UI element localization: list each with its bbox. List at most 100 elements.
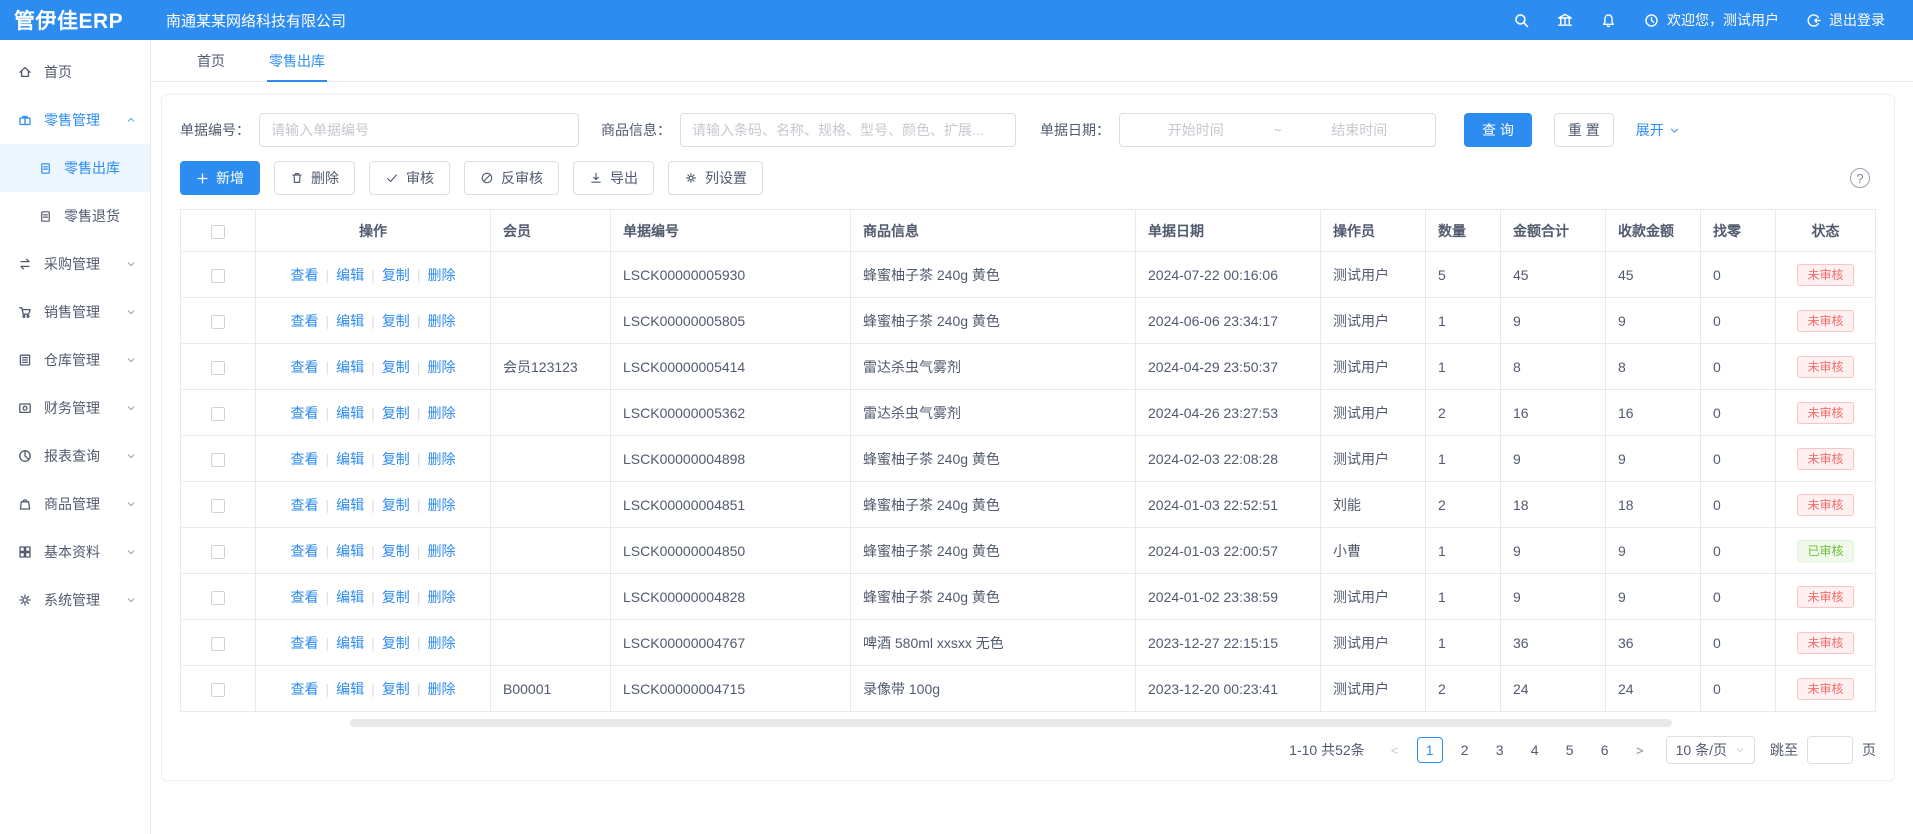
help-icon[interactable]: ? xyxy=(1850,168,1870,188)
export-button[interactable]: 导出 xyxy=(573,161,654,195)
unaudit-button[interactable]: 反审核 xyxy=(464,161,559,195)
action-view[interactable]: 查看 xyxy=(291,267,319,283)
action-delete[interactable]: 删除 xyxy=(427,451,455,467)
reset-button[interactable]: 重 置 xyxy=(1554,113,1614,147)
scrollbar-thumb[interactable] xyxy=(350,719,1673,727)
row-checkbox[interactable] xyxy=(211,499,225,513)
sidebar-item-purchase-management[interactable]: 采购管理 xyxy=(0,240,150,288)
row-checkbox[interactable] xyxy=(211,315,225,329)
row-checkbox[interactable] xyxy=(211,545,225,559)
action-view[interactable]: 查看 xyxy=(291,635,319,651)
action-edit[interactable]: 编辑 xyxy=(336,405,364,421)
action-edit[interactable]: 编辑 xyxy=(336,313,364,329)
action-edit[interactable]: 编辑 xyxy=(336,359,364,375)
delete-button[interactable]: 删除 xyxy=(274,161,355,195)
sidebar-item-finance-management[interactable]: 财务管理 xyxy=(0,384,150,432)
action-copy[interactable]: 复制 xyxy=(382,405,410,421)
page-button-4[interactable]: 4 xyxy=(1522,737,1548,763)
row-checkbox[interactable] xyxy=(211,591,225,605)
action-copy[interactable]: 复制 xyxy=(382,681,410,697)
sidebar-item-warehouse-management[interactable]: 仓库管理 xyxy=(0,336,150,384)
sidebar-item-retail-outbound[interactable]: 零售出库 xyxy=(0,144,150,192)
column-settings-button[interactable]: 列设置 xyxy=(668,161,763,195)
action-copy[interactable]: 复制 xyxy=(382,635,410,651)
action-view[interactable]: 查看 xyxy=(291,313,319,329)
action-view[interactable]: 查看 xyxy=(291,497,319,513)
action-delete[interactable]: 删除 xyxy=(427,313,455,329)
row-checkbox[interactable] xyxy=(211,269,225,283)
add-button[interactable]: 新增 xyxy=(180,161,260,195)
row-checkbox[interactable] xyxy=(211,637,225,651)
page-button-3[interactable]: 3 xyxy=(1487,737,1513,763)
sidebar-item-retail-return[interactable]: 零售退货 xyxy=(0,192,150,240)
page-button-5[interactable]: 5 xyxy=(1557,737,1583,763)
sidebar-item-system-management[interactable]: 系统管理 xyxy=(0,576,150,624)
next-page-button[interactable]: > xyxy=(1627,737,1653,763)
logout-button[interactable]: 退出登录 xyxy=(1805,10,1885,30)
row-checkbox[interactable] xyxy=(211,453,225,467)
search-icon[interactable] xyxy=(1513,12,1530,29)
sidebar-item-retail-management[interactable]: 零售管理 xyxy=(0,96,150,144)
row-checkbox[interactable] xyxy=(211,683,225,697)
sidebar-item-report-query[interactable]: 报表查询 xyxy=(0,432,150,480)
action-delete[interactable]: 删除 xyxy=(427,681,455,697)
action-view[interactable]: 查看 xyxy=(291,359,319,375)
jump-page-input[interactable] xyxy=(1807,736,1853,764)
action-delete[interactable]: 删除 xyxy=(427,405,455,421)
sidebar-item-home[interactable]: 首页 xyxy=(0,48,150,96)
tab-retail-outbound[interactable]: 零售出库 xyxy=(269,40,325,81)
action-view[interactable]: 查看 xyxy=(291,451,319,467)
row-checkbox[interactable] xyxy=(211,361,225,375)
action-edit[interactable]: 编辑 xyxy=(336,543,364,559)
action-view[interactable]: 查看 xyxy=(291,405,319,421)
action-delete[interactable]: 删除 xyxy=(427,359,455,375)
action-copy[interactable]: 复制 xyxy=(382,359,410,375)
page-button-6[interactable]: 6 xyxy=(1592,737,1618,763)
chevron-down-icon xyxy=(126,547,136,557)
action-copy[interactable]: 复制 xyxy=(382,313,410,329)
bank-icon[interactable] xyxy=(1556,11,1574,29)
action-edit[interactable]: 编辑 xyxy=(336,497,364,513)
select-all-checkbox[interactable] xyxy=(211,225,225,239)
expand-link[interactable]: 展开 xyxy=(1636,120,1680,140)
sidebar-item-product-management[interactable]: 商品管理 xyxy=(0,480,150,528)
action-delete[interactable]: 删除 xyxy=(427,589,455,605)
tab-home[interactable]: 首页 xyxy=(197,40,225,81)
cell-member xyxy=(491,252,611,298)
cell-change: 0 xyxy=(1701,390,1776,436)
row-checkbox[interactable] xyxy=(211,407,225,421)
action-delete[interactable]: 删除 xyxy=(427,543,455,559)
sidebar-item-sales-management[interactable]: 销售管理 xyxy=(0,288,150,336)
page-numbers: 123456 xyxy=(1417,737,1618,763)
action-edit[interactable]: 编辑 xyxy=(336,635,364,651)
bell-icon[interactable] xyxy=(1600,12,1617,29)
action-view[interactable]: 查看 xyxy=(291,681,319,697)
search-button[interactable]: 查 询 xyxy=(1464,113,1532,147)
page-button-1[interactable]: 1 xyxy=(1417,737,1443,763)
action-edit[interactable]: 编辑 xyxy=(336,681,364,697)
page-size-select[interactable]: 10 条/页 xyxy=(1666,736,1755,764)
action-edit[interactable]: 编辑 xyxy=(336,267,364,283)
action-copy[interactable]: 复制 xyxy=(382,497,410,513)
action-delete[interactable]: 删除 xyxy=(427,267,455,283)
action-edit[interactable]: 编辑 xyxy=(336,451,364,467)
page-button-2[interactable]: 2 xyxy=(1452,737,1478,763)
action-copy[interactable]: 复制 xyxy=(382,543,410,559)
order-no-input[interactable] xyxy=(259,113,579,147)
sidebar-item-basic-data[interactable]: 基本资料 xyxy=(0,528,150,576)
action-delete[interactable]: 删除 xyxy=(427,635,455,651)
action-view[interactable]: 查看 xyxy=(291,543,319,559)
action-copy[interactable]: 复制 xyxy=(382,451,410,467)
action-edit[interactable]: 编辑 xyxy=(336,589,364,605)
action-copy[interactable]: 复制 xyxy=(382,589,410,605)
date-range-input[interactable]: 开始时间 ~ 结束时间 xyxy=(1119,113,1436,147)
product-info-input[interactable] xyxy=(680,113,1016,147)
action-copy[interactable]: 复制 xyxy=(382,267,410,283)
cell-amount: 36 xyxy=(1501,620,1606,666)
col-actions: 操作 xyxy=(256,210,491,252)
audit-button[interactable]: 审核 xyxy=(369,161,450,195)
welcome-user[interactable]: 欢迎您，测试用户 xyxy=(1643,10,1779,30)
prev-page-button[interactable]: < xyxy=(1382,737,1408,763)
action-delete[interactable]: 删除 xyxy=(427,497,455,513)
action-view[interactable]: 查看 xyxy=(291,589,319,605)
